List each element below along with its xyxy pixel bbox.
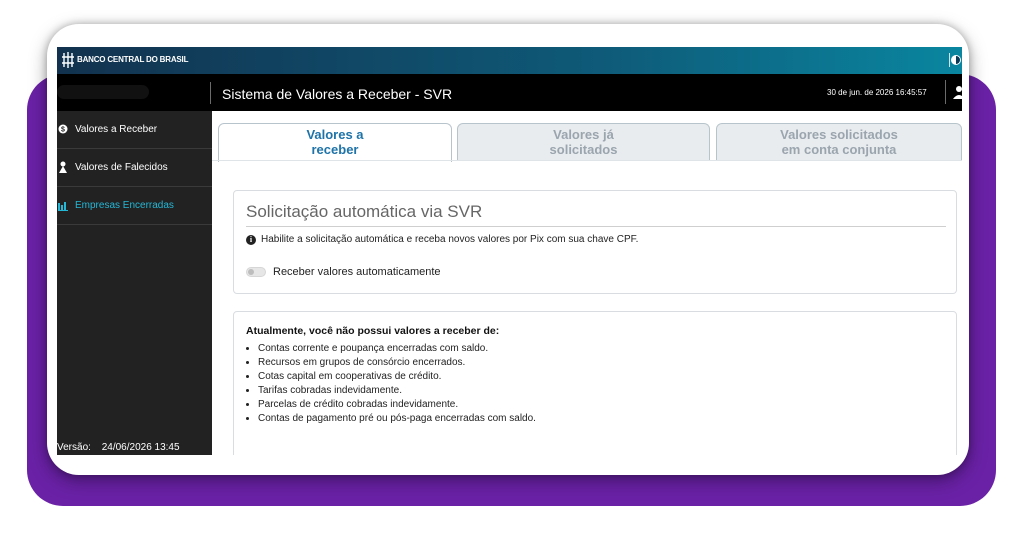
tab-valores-a-receber[interactable]: Valores a receber bbox=[218, 123, 452, 162]
org-name: BANCO CENTRAL DO BRASIL bbox=[77, 55, 189, 64]
header-divider bbox=[210, 82, 211, 104]
tab-label-line1: Valores já bbox=[553, 127, 614, 142]
page: BANCO CENTRAL DO BRASIL Sistema de Valor… bbox=[0, 0, 1024, 536]
sidebar-item-label: Valores a Receber bbox=[75, 124, 158, 135]
sidebar-item-valores-de-falecidos[interactable]: Valores de Falecidos bbox=[57, 149, 212, 187]
info-text: Habilite a solicitação automática e rece… bbox=[261, 234, 639, 245]
list-item: Cotas capital em cooperativas de crédito… bbox=[258, 370, 536, 384]
toggle-knob bbox=[248, 269, 254, 275]
app-header: Sistema de Valores a Receber - SVR 30 de… bbox=[57, 74, 962, 111]
tab-label-line2: receber bbox=[311, 142, 359, 157]
sidebar-item-label: Empresas Encerradas bbox=[75, 200, 174, 211]
browser-frame: BANCO CENTRAL DO BRASIL Sistema de Valor… bbox=[47, 24, 969, 475]
main-content: Valores a receber Valores já solicitados… bbox=[212, 111, 962, 455]
gov-bar: BANCO CENTRAL DO BRASIL bbox=[57, 47, 962, 74]
app-title: Sistema de Valores a Receber - SVR bbox=[222, 86, 453, 102]
header-divider-right bbox=[945, 80, 946, 104]
tab-bar: Valores a receber Valores já solicitados… bbox=[212, 111, 962, 162]
gov-divider bbox=[949, 53, 950, 67]
values-list: Contas corrente e poupança encerradas co… bbox=[258, 342, 536, 426]
tab-label-line2: em conta conjunta bbox=[781, 142, 897, 157]
user-icon[interactable] bbox=[953, 84, 962, 100]
card-title: Solicitação automática via SVR bbox=[246, 202, 483, 221]
redacted-logo bbox=[57, 85, 149, 99]
list-item: Tarifas cobradas indevidamente. bbox=[258, 384, 536, 398]
bar-chart-icon bbox=[58, 202, 68, 211]
no-values-card: Atualmente, você não possui valores a re… bbox=[233, 311, 957, 455]
contrast-icon[interactable] bbox=[951, 55, 961, 65]
card-divider bbox=[246, 226, 946, 227]
version-label: Versão: bbox=[57, 442, 91, 453]
list-item: Recursos em grupos de consórcio encerrad… bbox=[258, 356, 536, 370]
list-item: Contas de pagamento pré ou pós-paga ence… bbox=[258, 412, 536, 426]
version-value: 24/06/2026 13:45 bbox=[101, 442, 180, 453]
session-datetime: 30 de jun. de 2026 16:45:57 bbox=[827, 88, 927, 97]
bcb-logo-icon bbox=[62, 52, 74, 68]
tab-label-line2: solicitados bbox=[549, 142, 618, 157]
card-title: Atualmente, você não possui valores a re… bbox=[246, 325, 500, 337]
tab-valores-ja-solicitados[interactable]: Valores já solicitados bbox=[457, 123, 710, 161]
app-screen: BANCO CENTRAL DO BRASIL Sistema de Valor… bbox=[57, 47, 962, 455]
toggle-label: Receber valores automaticamente bbox=[273, 266, 441, 278]
person-icon bbox=[59, 161, 67, 173]
tab-label-line1: Valores a bbox=[306, 127, 364, 142]
tab-valores-conta-conjunta[interactable]: Valores solicitados em conta conjunta bbox=[716, 123, 962, 161]
tab-label-line1: Valores solicitados bbox=[780, 127, 898, 142]
svg-text:$: $ bbox=[61, 127, 65, 134]
auto-request-card: Solicitação automática via SVR i Habilit… bbox=[233, 190, 957, 294]
sidebar-item-label: Valores de Falecidos bbox=[75, 162, 168, 173]
sidebar: $ Valores a Receber Valores de Falecidos bbox=[57, 111, 212, 455]
version-info: Versão: 24/06/2026 13:45 bbox=[57, 442, 180, 453]
tabs-underline bbox=[212, 160, 962, 161]
sidebar-item-valores-a-receber[interactable]: $ Valores a Receber bbox=[57, 111, 212, 149]
list-item: Parcelas de crédito cobradas indevidamen… bbox=[258, 398, 536, 412]
auto-receive-toggle[interactable] bbox=[246, 267, 266, 277]
list-item: Contas corrente e poupança encerradas co… bbox=[258, 342, 536, 356]
info-icon: i bbox=[246, 235, 256, 245]
sidebar-item-empresas-encerradas[interactable]: Empresas Encerradas bbox=[57, 187, 212, 225]
money-icon: $ bbox=[58, 124, 68, 134]
